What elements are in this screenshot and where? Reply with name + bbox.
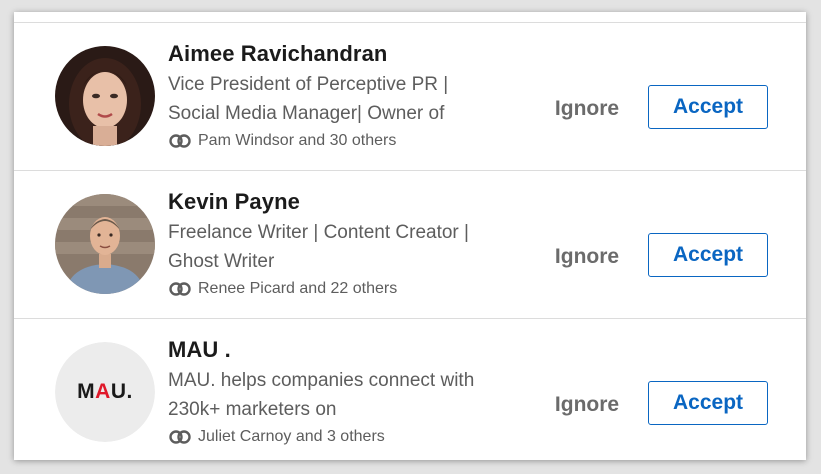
accept-button[interactable]: Accept	[648, 233, 768, 277]
logo-text: U.	[110, 380, 133, 403]
profile-name[interactable]: MAU .	[168, 335, 518, 365]
profile-headline: MAU. helps companies connect with 230k+ …	[168, 366, 518, 424]
mutual-connections-icon	[169, 430, 191, 444]
mutual-connections-text: Pam Windsor and 30 others	[198, 132, 397, 149]
invitation-row: M A U. MAU . MAU. helps companies connect …	[14, 319, 806, 460]
avatar[interactable]	[55, 46, 155, 146]
mutual-connections[interactable]: Pam Windsor and 30 others	[168, 130, 518, 152]
mutual-connections-text: Juliet Carnoy and 3 others	[198, 428, 385, 445]
invitation-info: Aimee Ravichandran Vice President of Per…	[168, 39, 518, 152]
ignore-button[interactable]: Ignore	[539, 235, 635, 279]
invitation-row: Kevin Payne Freelance Writer | Content C…	[14, 171, 806, 319]
mau-logo: M A U.	[55, 342, 155, 442]
headline-line: MAU. helps companies connect with	[168, 370, 475, 391]
logo-text-accent: A	[95, 380, 111, 403]
accept-button[interactable]: Accept	[648, 381, 768, 425]
mutual-connections[interactable]: Renee Picard and 22 others	[168, 278, 518, 300]
mutual-connections-text: Renee Picard and 22 others	[198, 280, 398, 297]
invitation-row: Aimee Ravichandran Vice President of Per…	[14, 23, 806, 171]
profile-headline: Freelance Writer | Content Creator | Gho…	[168, 218, 518, 276]
avatar[interactable]	[55, 194, 155, 294]
profile-name[interactable]: Kevin Payne	[168, 187, 518, 217]
headline-line: Ghost Writer	[168, 251, 275, 272]
invitations-list: Aimee Ravichandran Vice President of Per…	[14, 12, 806, 460]
headline-line: 230k+ marketers on	[168, 399, 337, 420]
accept-button[interactable]: Accept	[648, 85, 768, 129]
headline-line: Vice President of Perceptive PR |	[168, 74, 449, 95]
mutual-connections-icon	[169, 282, 191, 296]
headline-line: Social Media Manager| Owner of	[168, 103, 445, 124]
ignore-button[interactable]: Ignore	[539, 87, 635, 131]
invitation-info: MAU . MAU. helps companies connect with …	[168, 335, 518, 448]
mutual-connections-icon	[169, 134, 191, 148]
company-logo[interactable]: M A U.	[55, 342, 155, 442]
ignore-button[interactable]: Ignore	[539, 383, 635, 427]
headline-line: Freelance Writer | Content Creator |	[168, 222, 469, 243]
profile-headline: Vice President of Perceptive PR | Social…	[168, 70, 518, 128]
logo-text: M	[77, 380, 96, 403]
profile-name[interactable]: Aimee Ravichandran	[168, 39, 518, 69]
mutual-connections[interactable]: Juliet Carnoy and 3 others	[168, 426, 518, 448]
invitation-info: Kevin Payne Freelance Writer | Content C…	[168, 187, 518, 300]
